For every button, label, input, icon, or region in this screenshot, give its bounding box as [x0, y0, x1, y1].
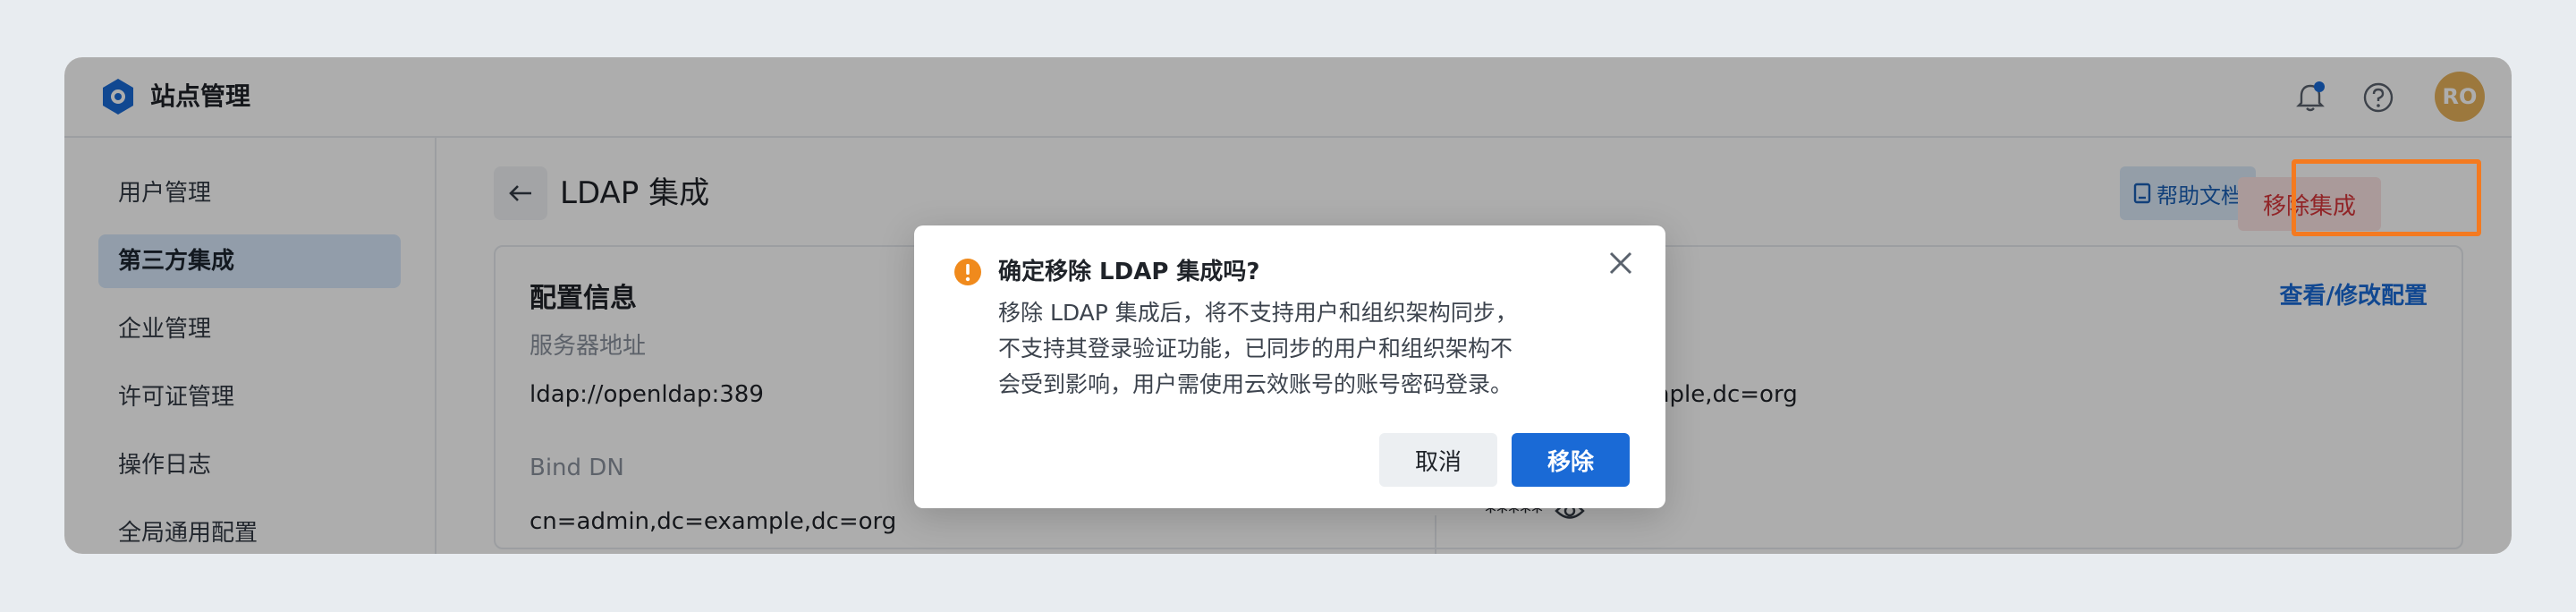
dialog-body: 移除 LDAP 集成后，将不支持用户和组织架构同步， 不支持其登录验证功能，已同…: [998, 295, 1553, 403]
confirm-dialog: 确定移除 LDAP 集成吗? 移除 LDAP 集成后，将不支持用户和组织架构同步…: [914, 225, 1665, 508]
highlight-box: [2292, 159, 2481, 236]
dialog-title: 确定移除 LDAP 集成吗?: [998, 259, 1260, 285]
dialog-body-line: 移除 LDAP 集成后，将不支持用户和组织架构同步，: [998, 300, 1518, 326]
confirm-remove-button[interactable]: 移除: [1512, 433, 1630, 487]
close-icon[interactable]: [1603, 245, 1639, 281]
dialog-body-line: 不支持其登录验证功能，已同步的用户和组织架构不: [998, 336, 1513, 361]
dialog-body-line: 会受到影响，用户需使用云效账号的账号密码登录。: [998, 371, 1513, 397]
cancel-button[interactable]: 取消: [1379, 433, 1497, 487]
warning-icon: [954, 259, 981, 285]
